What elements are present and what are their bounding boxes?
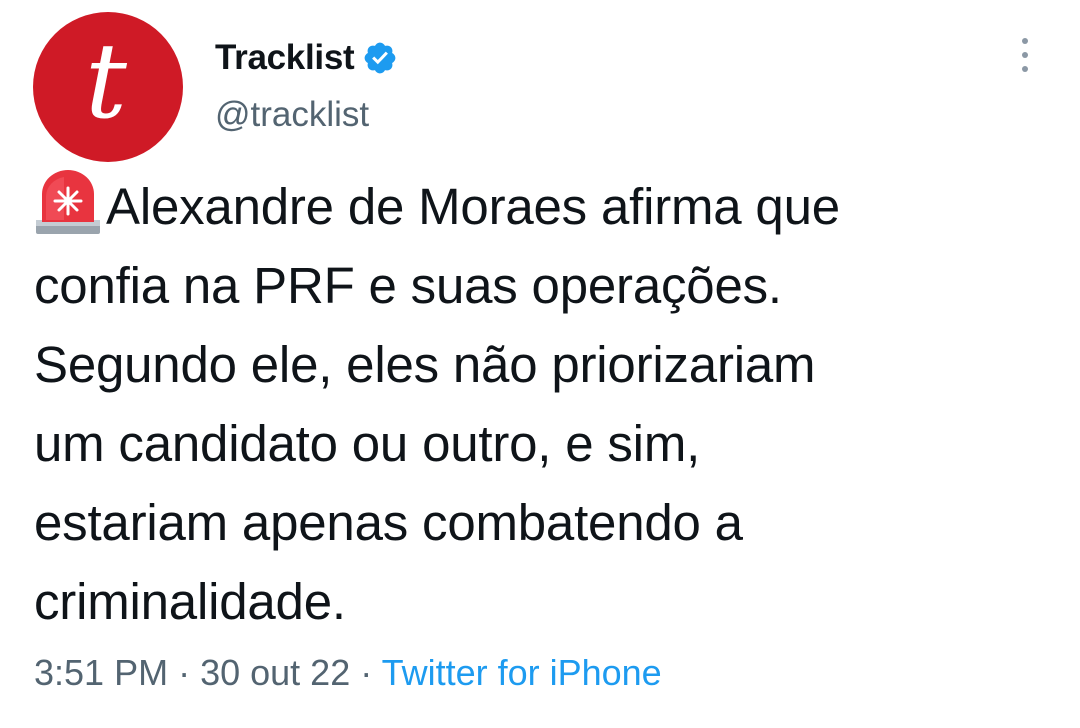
author-name-row: Tracklist [215, 34, 398, 82]
meta-separator-2: · [350, 652, 382, 693]
tweet-time[interactable]: 3:51 PM [34, 652, 168, 693]
tweet-body: Alexandre de Moraes afirma que confia na… [34, 167, 1034, 641]
avatar-letter: t [85, 20, 127, 142]
avatar[interactable]: t [33, 12, 183, 162]
police-car-light-icon [36, 170, 100, 234]
more-options-icon[interactable] [1011, 38, 1039, 72]
tweet-metadata: 3:51 PM · 30 out 22 · Twitter for iPhone [34, 652, 662, 694]
author-handle[interactable]: @tracklist [215, 95, 369, 135]
tweet-text: Alexandre de Moraes afirma que confia na… [34, 178, 840, 630]
display-name[interactable]: Tracklist [215, 38, 355, 78]
tweet-date[interactable]: 30 out 22 [200, 652, 350, 693]
tweet-card: t Tracklist @tracklist Alexandre de Mora… [0, 0, 1080, 728]
verified-badge-icon [364, 42, 396, 74]
meta-separator-1: · [168, 652, 201, 693]
tweet-source-link[interactable]: Twitter for iPhone [382, 652, 662, 693]
